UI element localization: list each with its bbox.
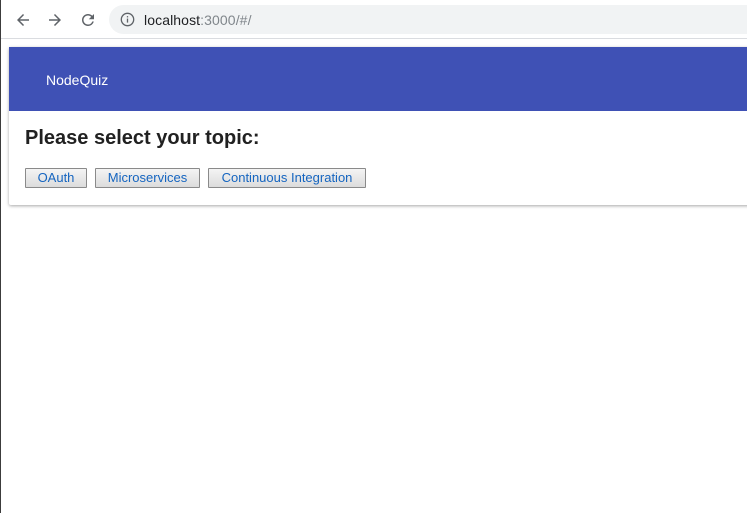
- quiz-card: NodeQuiz Please select your topic: OAuth…: [9, 47, 747, 205]
- browser-toolbar: localhost:3000/#/: [1, 0, 747, 39]
- reload-icon: [82, 13, 94, 26]
- topic-button-microservices[interactable]: Microservices: [95, 168, 200, 188]
- window-edge: [0, 0, 1, 513]
- arrow-right-icon: [49, 14, 61, 26]
- topic-button-oauth[interactable]: OAuth: [25, 168, 87, 188]
- url-path: :3000/#/: [200, 12, 252, 28]
- back-button[interactable]: [11, 8, 35, 32]
- page-heading: Please select your topic:: [25, 127, 260, 149]
- arrow-left-icon: [17, 14, 29, 26]
- reload-button[interactable]: [76, 8, 100, 32]
- app-title: NodeQuiz: [46, 72, 109, 88]
- address-bar[interactable]: localhost:3000/#/: [109, 5, 747, 34]
- forward-button[interactable]: [43, 8, 67, 32]
- topic-button-continuous-integration[interactable]: Continuous Integration: [208, 168, 366, 188]
- url-host: localhost: [144, 12, 201, 28]
- app-bar: NodeQuiz: [9, 47, 747, 111]
- url-text[interactable]: localhost:3000/#/: [144, 12, 252, 28]
- info-icon[interactable]: [120, 12, 135, 27]
